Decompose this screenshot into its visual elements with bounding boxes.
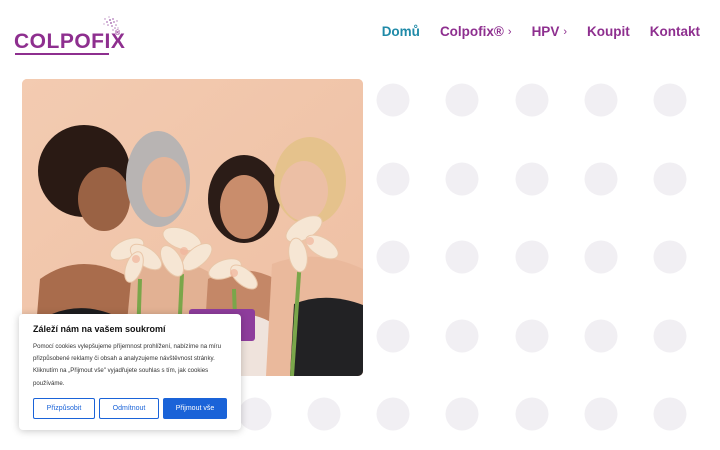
background-dot <box>584 162 618 196</box>
background-dot <box>584 240 618 274</box>
nav-item-hpv[interactable]: HPV › <box>532 24 567 39</box>
background-dot <box>515 240 549 274</box>
nav-item-koupit[interactable]: Koupit <box>587 24 630 39</box>
customize-cookies-button[interactable]: Přizpůsobit <box>33 398 95 419</box>
background-dot <box>445 397 479 431</box>
background-dot <box>376 319 410 353</box>
reject-cookies-button[interactable]: Odmítnout <box>99 398 159 419</box>
main-navigation: Domů Colpofix® › HPV › Koupit Kontakt <box>382 24 700 39</box>
background-dot <box>307 397 341 431</box>
background-dot <box>238 397 272 431</box>
cookie-banner-title: Záleží nám na vašem soukromí <box>33 324 166 334</box>
background-dot <box>376 83 410 117</box>
background-dot <box>584 83 618 117</box>
chevron-right-icon: › <box>563 26 567 38</box>
background-dot <box>445 162 479 196</box>
background-dot <box>515 162 549 196</box>
chevron-right-icon: › <box>507 26 512 38</box>
background-dot <box>653 240 687 274</box>
background-dot <box>376 162 410 196</box>
logo-wordmark: COLPOFIX <box>14 30 126 53</box>
background-dot <box>653 83 687 117</box>
background-dot <box>445 319 479 353</box>
nav-item-label: HPV <box>531 24 560 39</box>
background-dot <box>653 162 687 196</box>
background-dot <box>515 319 549 353</box>
background-dot <box>376 240 410 274</box>
background-dot <box>653 397 687 431</box>
logo-underline <box>15 53 109 55</box>
cookie-banner-actions: Přizpůsobit Odmítnout Přijmout vše <box>33 398 227 419</box>
colpofix-logo[interactable]: COLPOFIX ® <box>14 16 125 56</box>
background-dot <box>445 240 479 274</box>
site-header: COLPOFIX ® Domů Colpofix® › HPV › Koupit… <box>0 0 720 70</box>
cookie-banner-text: Pomocí cookies vylepšujeme příjemnost pr… <box>33 343 221 387</box>
nav-item-colpofix[interactable]: Colpofix® › <box>440 24 512 39</box>
background-dot <box>376 397 410 431</box>
background-dot <box>445 83 479 117</box>
background-dot <box>584 319 618 353</box>
nav-item-label: Kontakt <box>649 24 700 39</box>
accept-all-cookies-button[interactable]: Přijmout vše <box>163 398 227 419</box>
background-dot <box>584 397 618 431</box>
nav-item-domu[interactable]: Domů <box>382 24 420 39</box>
nav-item-kontakt[interactable]: Kontakt <box>650 24 700 39</box>
logo-registered-mark: ® <box>115 30 121 37</box>
nav-item-label: Colpofix® <box>439 24 504 39</box>
nav-item-label: Koupit <box>587 24 630 39</box>
background-dot <box>515 397 549 431</box>
cookie-consent-banner: Záleží nám na vašem soukromí Pomocí cook… <box>19 314 241 430</box>
background-dot <box>515 83 549 117</box>
background-dot <box>653 319 687 353</box>
nav-item-label: Domů <box>381 24 420 39</box>
